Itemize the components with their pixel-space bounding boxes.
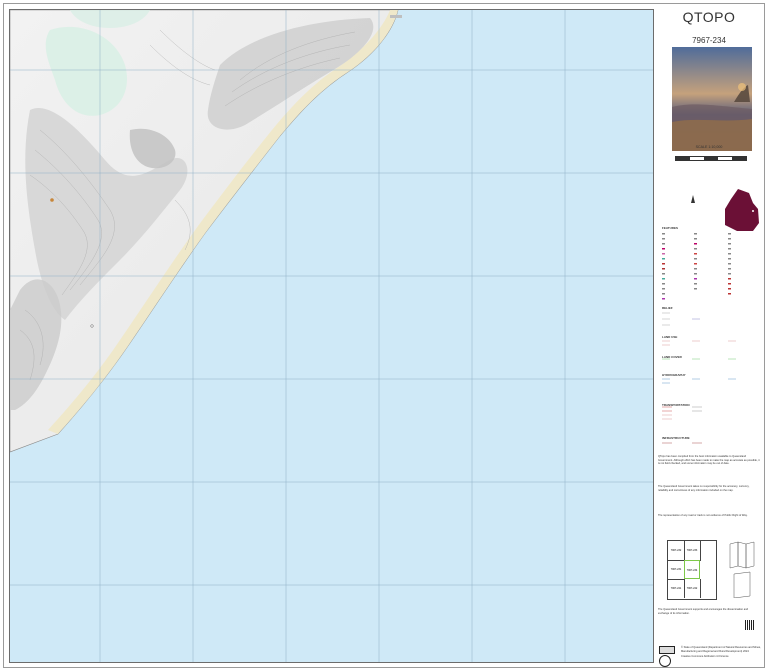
- landmark-icon: [50, 198, 54, 202]
- adjacent-sheets-index: 7967-232 7967-233 7967-231 7967-234 7967…: [667, 540, 717, 600]
- index-cell[interactable]: 7967-231: [668, 560, 685, 580]
- scale-bar: [675, 156, 747, 161]
- disclaimer-text: QTopo has been compiled from the best in…: [658, 455, 760, 465]
- state-inset-map: [725, 189, 759, 231]
- map-panel[interactable]: [9, 9, 654, 663]
- index-cell-current[interactable]: 7967-234: [684, 560, 700, 579]
- license-text: Creative Commons Attribution 4.0 licence: [681, 655, 729, 658]
- creative-commons-logo: [659, 646, 675, 654]
- map-title: QTOPO: [682, 9, 736, 25]
- legend-heading-features: FEATURES: [662, 226, 678, 230]
- label-marker: [390, 15, 402, 18]
- index-cell[interactable]: 7967-242: [684, 579, 701, 598]
- legend-panel: QTOPO 7967-234 SCALE 1:10,000 FEATURES R…: [655, 9, 763, 667]
- copyright-text: © State of Queensland (Department of Nat…: [681, 646, 761, 653]
- north-arrow-icon: [691, 195, 695, 203]
- index-cell[interactable]: 7967-233: [684, 541, 701, 561]
- topographic-map: [10, 10, 653, 662]
- government-crest-logo: [659, 655, 671, 667]
- index-cell[interactable]: 7967-232: [668, 541, 685, 561]
- folding-diagram: [729, 541, 755, 598]
- qr-code[interactable]: [745, 620, 755, 630]
- liability-text: The Queensland Government takes no respo…: [658, 485, 750, 492]
- cover-photo: [672, 47, 752, 151]
- sheet-number: 7967-234: [692, 36, 726, 45]
- scale-text: SCALE 1:10,000: [695, 145, 723, 149]
- feedback-text: The Queensland Government supports and e…: [658, 608, 749, 615]
- access-text: The representation of any road or track …: [658, 514, 748, 517]
- index-cell[interactable]: 7967-241: [668, 579, 685, 598]
- legend-symbols: [662, 233, 736, 444]
